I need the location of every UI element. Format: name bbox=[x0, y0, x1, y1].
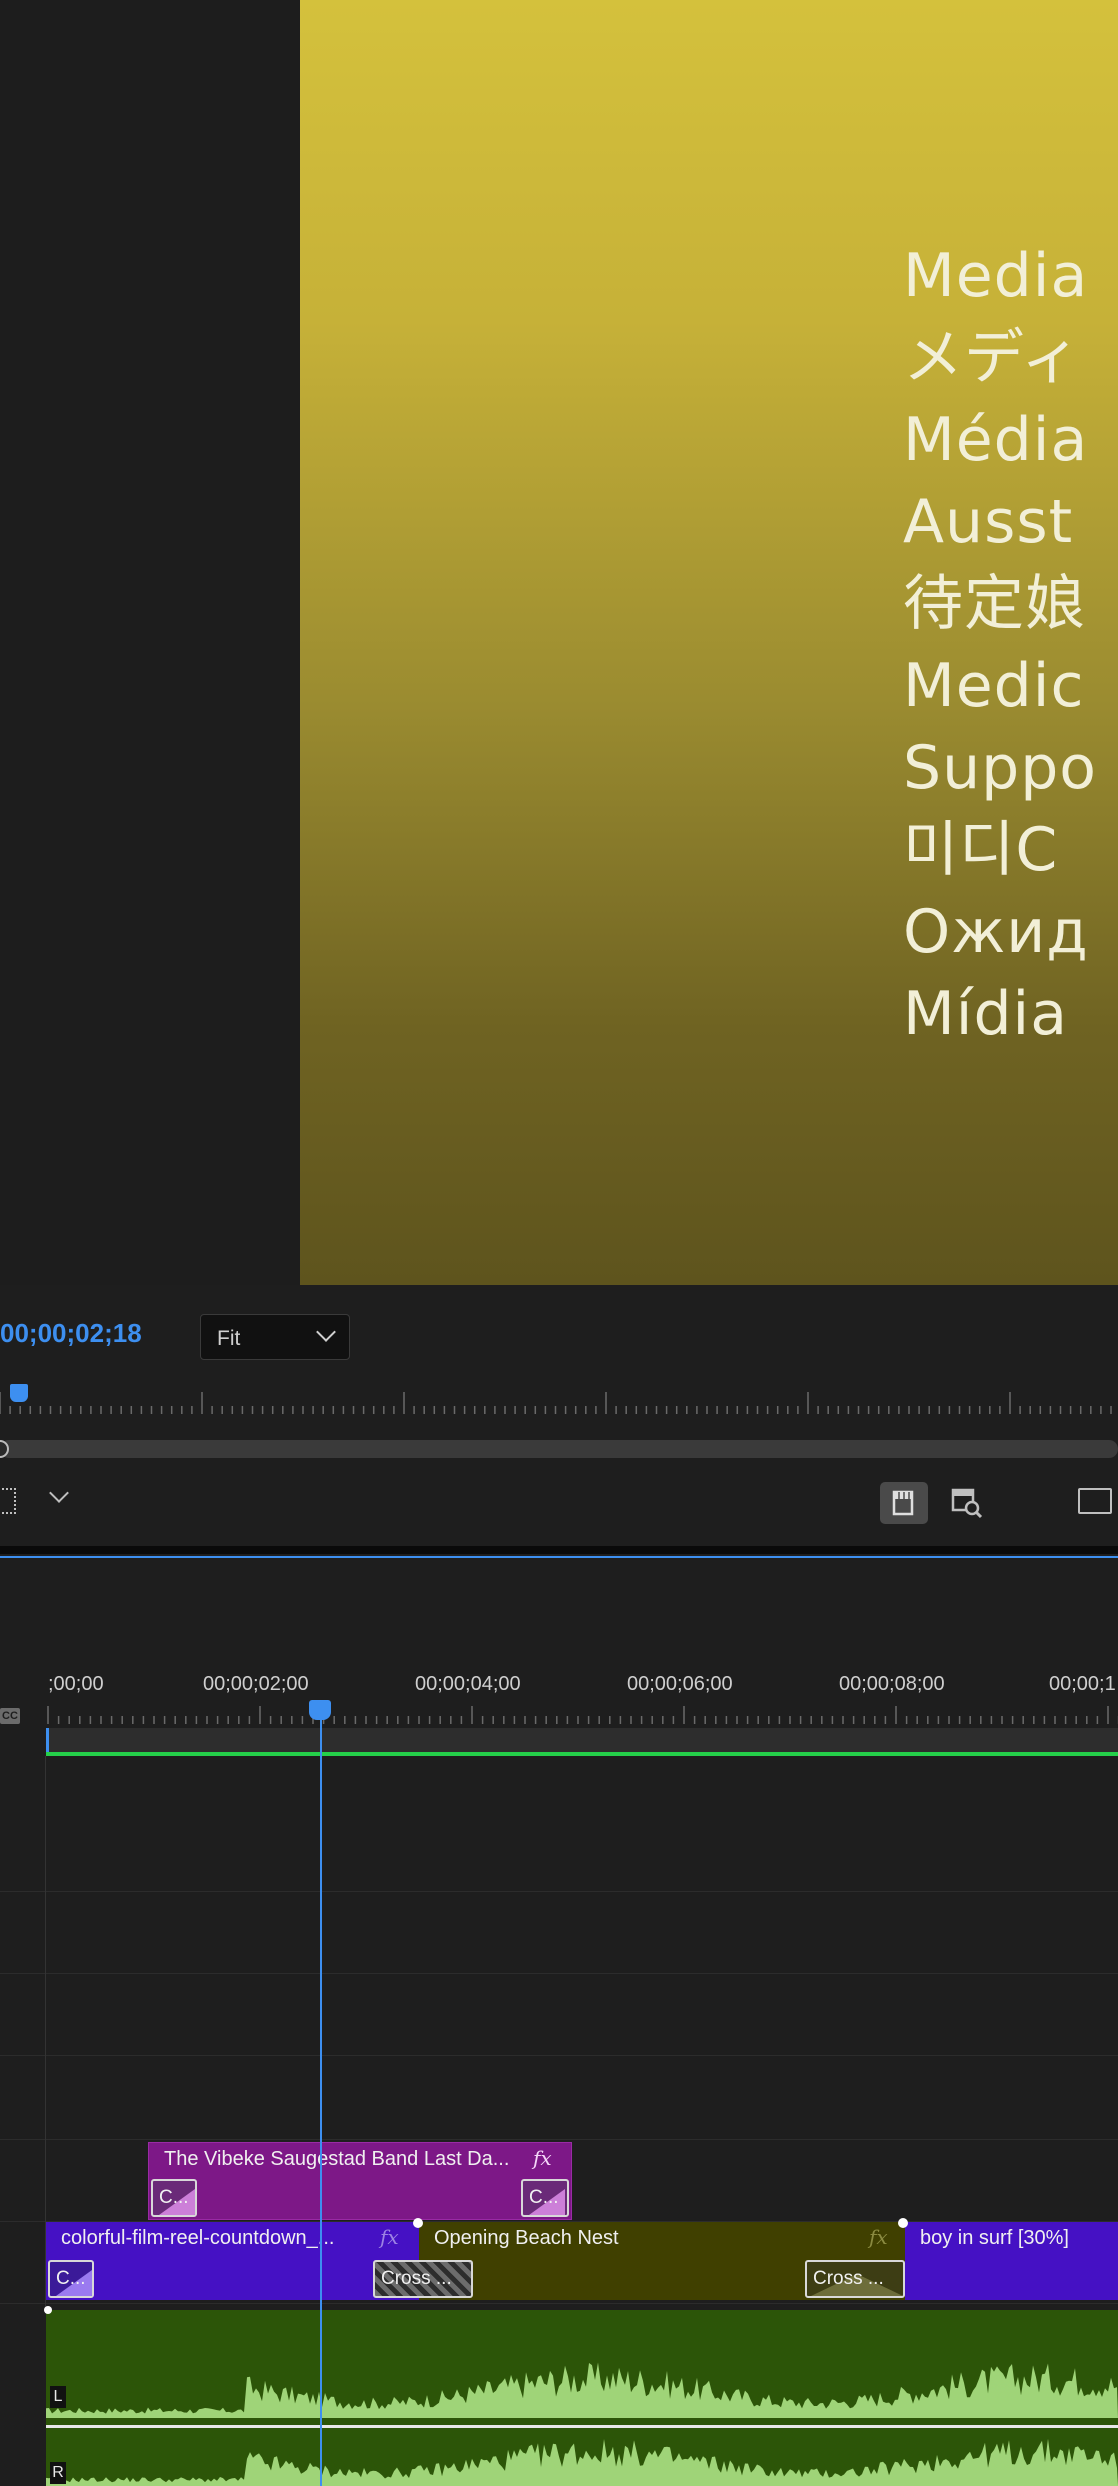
ruler-time-label: ;00;00 bbox=[48, 1673, 104, 1695]
offline-line: Ожид bbox=[903, 897, 1089, 967]
fx-icon[interactable]: fx bbox=[869, 2225, 888, 2249]
marquee-select-icon[interactable] bbox=[0, 1488, 16, 1514]
export-frame-button[interactable] bbox=[880, 1482, 928, 1524]
edit-point-marker[interactable] bbox=[898, 2218, 908, 2228]
safe-margins-button[interactable] bbox=[1078, 1488, 1112, 1514]
ruler-time-label: 00;00;04;00 bbox=[415, 1673, 521, 1695]
offline-line: Mídia bbox=[903, 979, 1068, 1049]
track-row-v4[interactable] bbox=[0, 1892, 1118, 1974]
offline-line: Média bbox=[903, 405, 1089, 475]
comparison-view-button[interactable] bbox=[950, 1486, 984, 1520]
playhead-timecode[interactable]: 00;00;02;18 bbox=[0, 1318, 142, 1349]
monitor-zoom-scrollbar[interactable] bbox=[0, 1440, 1118, 1458]
offline-line: Ausst bbox=[903, 487, 1074, 557]
fit-label: Fit bbox=[217, 1327, 241, 1350]
transition-in[interactable]: C... bbox=[151, 2179, 197, 2217]
video-frame[interactable]: Media メディ Média Ausst 待定娘 Medic Suppo 미디… bbox=[300, 0, 1118, 1285]
transition-label: Cross ... bbox=[381, 2268, 452, 2289]
panel-divider[interactable] bbox=[0, 1546, 1118, 1554]
audio-clip-a1[interactable]: L R bbox=[46, 2310, 1118, 2486]
transition-in[interactable]: C... bbox=[48, 2260, 94, 2298]
audio-channel-divider bbox=[46, 2425, 1118, 2428]
captions-badge[interactable]: CC bbox=[0, 1708, 20, 1724]
ruler-time-label: 00;00;08;00 bbox=[839, 1673, 945, 1695]
edit-point-marker[interactable] bbox=[44, 2306, 52, 2314]
transition-out[interactable]: C... bbox=[521, 2179, 569, 2217]
track-row-v5[interactable] bbox=[0, 1756, 1118, 1892]
offline-line: 待定娘 bbox=[903, 569, 1086, 639]
zoom-fit-dropdown[interactable]: Fit bbox=[200, 1314, 350, 1360]
timeline-playhead-line[interactable] bbox=[320, 1712, 322, 2486]
monitor-playhead[interactable] bbox=[10, 1384, 28, 1402]
timeline-clip-v2[interactable]: The Vibeke Saugestad Band Last Da... fx … bbox=[148, 2142, 572, 2220]
fx-icon[interactable]: fx bbox=[533, 2146, 552, 2170]
offline-line: Suppo bbox=[903, 733, 1097, 803]
channel-label-left: L bbox=[50, 2386, 66, 2408]
ruler-time-label: 00;00;06;00 bbox=[627, 1673, 733, 1695]
edit-point-marker[interactable] bbox=[413, 2218, 423, 2228]
ruler-time-label: 00;00;02;00 bbox=[203, 1673, 309, 1695]
offline-line: 미디C bbox=[903, 815, 1059, 885]
timeline-playhead[interactable] bbox=[309, 1700, 331, 1720]
compare-magnify-icon bbox=[951, 1488, 983, 1519]
work-area-bar[interactable] bbox=[46, 1728, 1118, 1754]
timeline-time-ruler[interactable] bbox=[0, 1696, 1118, 1726]
timeline-clip-v1[interactable]: colorful-film-reel-countdown_... fx C... bbox=[46, 2222, 419, 2300]
transition-label: Cross ... bbox=[813, 2268, 884, 2289]
work-area-start-marker[interactable] bbox=[46, 1728, 49, 1754]
chevron-down-icon bbox=[316, 1322, 336, 1342]
channel-label-right: R bbox=[50, 2462, 66, 2484]
transition-label: C... bbox=[159, 2187, 189, 2208]
transition-label: C... bbox=[529, 2187, 559, 2208]
timeline-clip-v1[interactable]: Opening Beach Nest fx Cross ... bbox=[419, 2222, 905, 2300]
monitor-time-ruler[interactable] bbox=[0, 1386, 1118, 1414]
track-row-v2-empty[interactable] bbox=[0, 2056, 1118, 2140]
offline-line: メディ bbox=[903, 323, 1082, 393]
track-row-v3[interactable] bbox=[0, 1974, 1118, 2056]
clip-name: Opening Beach Nest bbox=[434, 2227, 619, 2249]
timeline-clip-v1[interactable]: boy in surf [30%] bbox=[905, 2222, 1118, 2300]
transition-label: C... bbox=[56, 2268, 86, 2289]
audio-waveform bbox=[46, 2362, 1118, 2486]
transition-cross-dissolve[interactable]: Cross ... bbox=[805, 2260, 905, 2298]
media-offline-text: Media メディ Média Ausst 待定娘 Medic Suppo 미디… bbox=[903, 235, 1118, 1055]
clip-name: colorful-film-reel-countdown_... bbox=[61, 2227, 335, 2249]
fx-icon[interactable]: fx bbox=[380, 2225, 399, 2249]
film-frame-icon bbox=[892, 1490, 914, 1516]
transition-cross-dissolve[interactable]: Cross ... bbox=[373, 2260, 473, 2298]
clip-name: boy in surf [30%] bbox=[920, 2227, 1069, 2249]
clip-name: The Vibeke Saugestad Band Last Da... bbox=[164, 2148, 510, 2170]
offline-line: Medic bbox=[903, 651, 1085, 721]
offline-line: Media bbox=[903, 241, 1089, 311]
ruler-time-label: 00;00;1 bbox=[1049, 1673, 1116, 1695]
